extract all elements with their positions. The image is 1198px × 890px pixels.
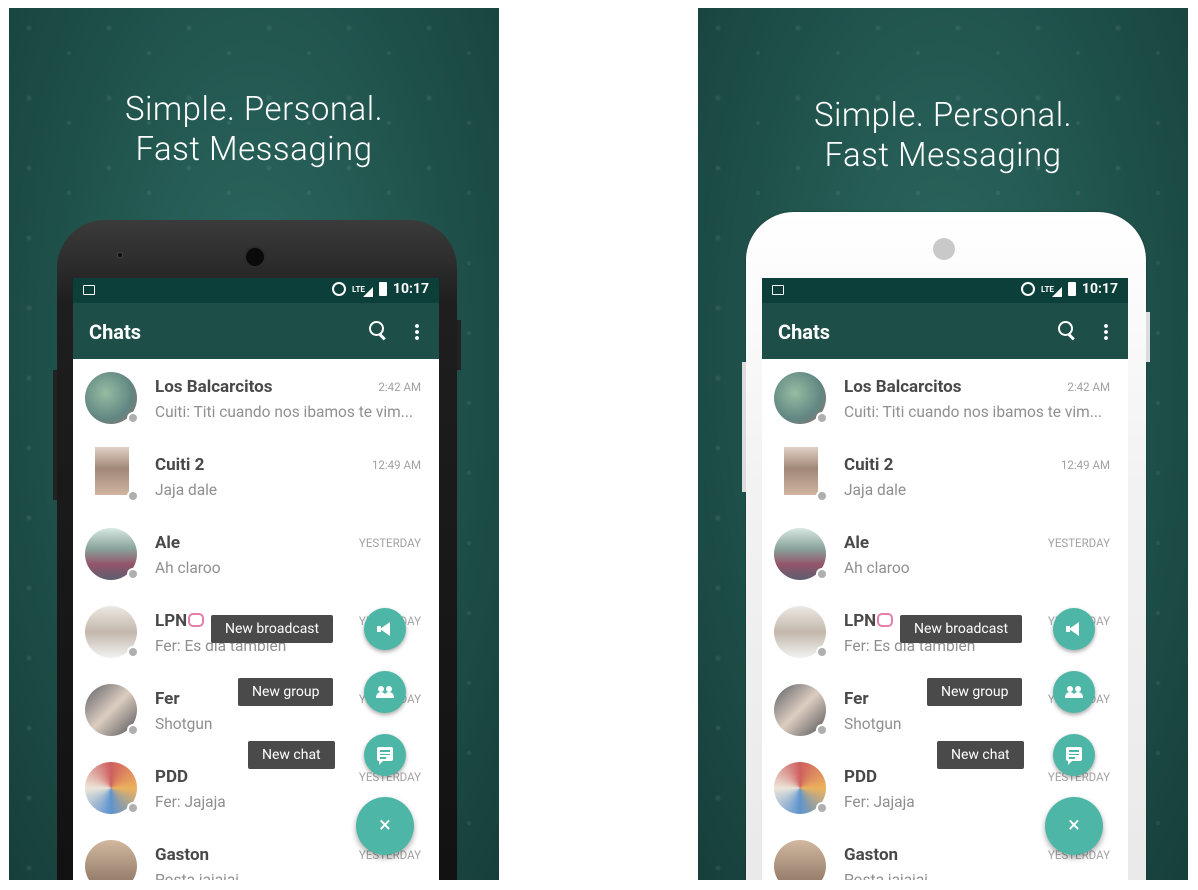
phone-screen: LTE 10:17 Chats Los Balcarcitos 2:42 AM … — [73, 278, 439, 880]
more-options-icon[interactable] — [415, 323, 419, 341]
front-camera — [933, 238, 955, 260]
group-icon — [376, 686, 394, 698]
headline-line1: Simple. Personal. — [124, 90, 384, 129]
volume-button — [53, 370, 57, 500]
headline-line2: Fast Messaging — [824, 136, 1062, 175]
chat-icon — [377, 747, 393, 765]
chat-icon — [1066, 747, 1082, 765]
image-notification-icon — [83, 285, 95, 295]
phone-screen: LTE 10:17 Chats Los Balcarcitos 2:42 AM … — [762, 278, 1128, 880]
status-time: 10:17 — [392, 281, 429, 297]
new-group-button[interactable] — [1053, 671, 1095, 713]
status-time: 10:17 — [1081, 281, 1118, 297]
megaphone-icon — [377, 622, 393, 636]
battery-icon — [378, 282, 387, 296]
search-icon[interactable] — [369, 321, 387, 339]
group-icon — [1065, 686, 1083, 698]
battery-icon — [1067, 282, 1076, 296]
app-title: Chats — [89, 320, 142, 344]
new-chat-label[interactable]: New chat — [937, 741, 1024, 769]
headline: Simple. Personal. Fast Messaging — [9, 90, 499, 170]
status-bar: LTE 10:17 — [73, 278, 439, 303]
close-fab-button[interactable]: × — [356, 797, 414, 855]
new-group-label[interactable]: New group — [927, 678, 1023, 706]
new-group-label[interactable]: New group — [238, 678, 334, 706]
search-icon[interactable] — [1058, 321, 1076, 339]
app-bar: Chats — [762, 303, 1128, 359]
front-camera — [244, 246, 266, 268]
new-chat-button[interactable] — [1053, 734, 1095, 776]
phone-frame: LTE 10:17 Chats Los Balcarcitos 2:42 AM … — [742, 212, 1150, 880]
new-broadcast-button[interactable] — [1053, 608, 1095, 650]
more-options-icon[interactable] — [1104, 323, 1108, 341]
alarm-icon — [332, 282, 347, 296]
front-sensor — [117, 252, 123, 258]
lte-signal-icon: LTE — [1041, 285, 1062, 297]
alarm-icon — [1021, 282, 1036, 296]
volume-button — [742, 362, 746, 492]
app-title: Chats — [778, 320, 831, 344]
app-bar: Chats — [73, 303, 439, 359]
headline-line1: Simple. Personal. — [813, 96, 1073, 135]
new-broadcast-button[interactable] — [364, 608, 406, 650]
status-bar: LTE 10:17 — [762, 278, 1128, 303]
image-notification-icon — [772, 285, 784, 295]
lte-signal-icon: LTE — [352, 285, 373, 297]
headline-line2: Fast Messaging — [135, 130, 373, 169]
phone-frame: LTE 10:17 Chats Los Balcarcitos 2:42 AM … — [53, 220, 461, 880]
new-broadcast-label[interactable]: New broadcast — [900, 615, 1023, 643]
new-group-button[interactable] — [364, 671, 406, 713]
new-chat-label[interactable]: New chat — [248, 741, 335, 769]
close-fab-button[interactable]: × — [1045, 797, 1103, 855]
new-broadcast-label[interactable]: New broadcast — [211, 615, 334, 643]
power-button — [457, 320, 461, 370]
power-button — [1146, 312, 1150, 362]
headline: Simple. Personal. Fast Messaging — [698, 96, 1188, 176]
promo-panel-black: Simple. Personal. Fast Messaging LTE 10:… — [9, 8, 499, 880]
new-chat-button[interactable] — [364, 734, 406, 776]
megaphone-icon — [1066, 622, 1082, 636]
promo-panel-white: Simple. Personal. Fast Messaging LTE 10:… — [698, 8, 1188, 880]
